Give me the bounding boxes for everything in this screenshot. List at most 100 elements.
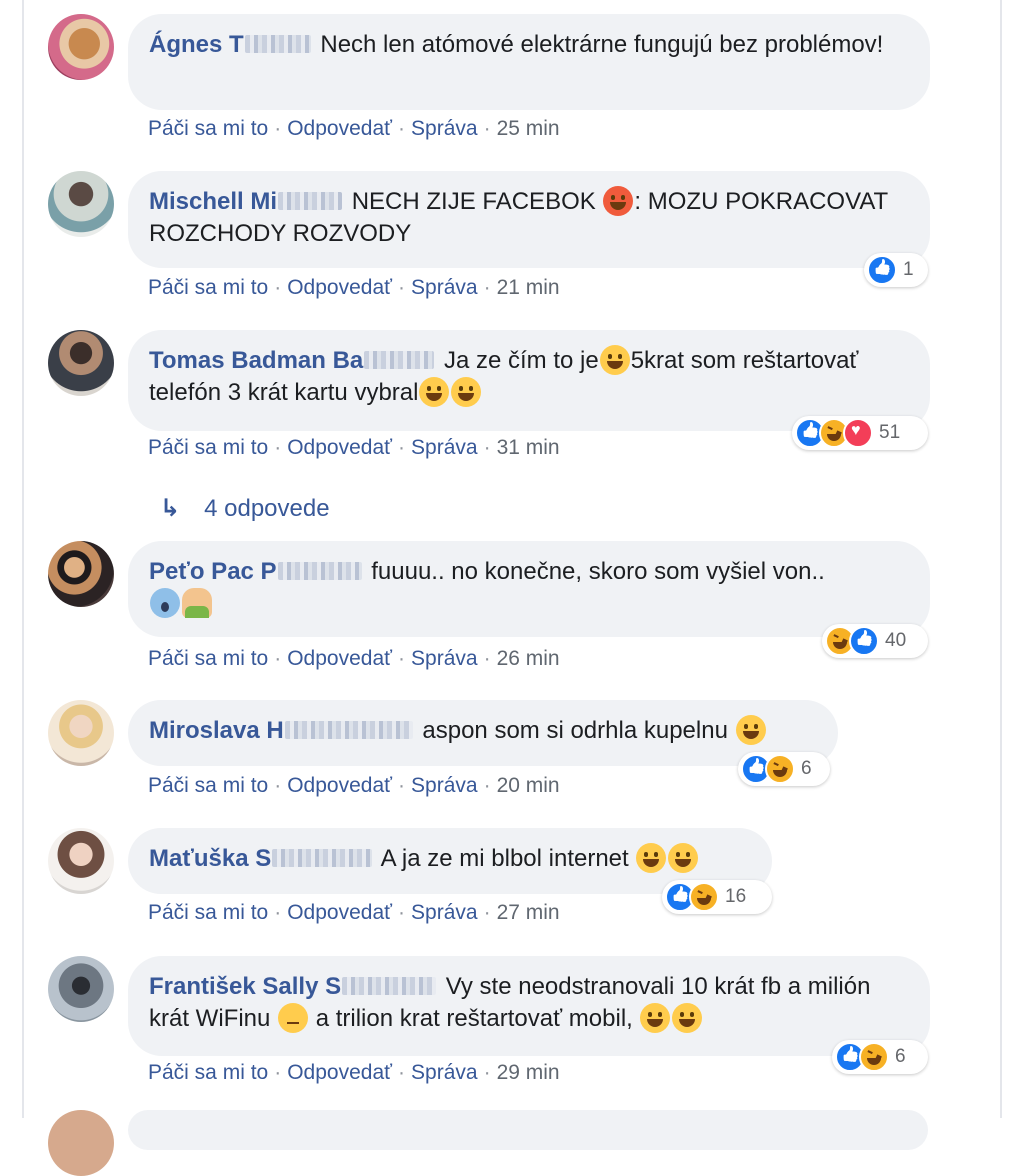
comment-actions: Páči sa mi to · Odpovedať · Správa · 25 min	[148, 117, 560, 140]
comment-actions: Páči sa mi to · Odpovedať · Správa · 29 min	[148, 1061, 560, 1084]
like-link[interactable]: Páči sa mi to	[148, 276, 268, 299]
comment-author[interactable]: Maťuška S	[149, 845, 271, 872]
comment-bubble: František Sally S Vy ste neodstranovali …	[128, 956, 930, 1056]
comment-author[interactable]: Peťo Pac P	[149, 558, 277, 585]
love-reaction-icon	[843, 418, 873, 448]
blurred-name	[272, 848, 373, 867]
comment-bubble: Ágnes T Nech len atómové elektrárne fung…	[128, 14, 930, 110]
laughing-tears-emoji-icon	[640, 1002, 671, 1033]
comment-text-continued: a trilion krat reštartovať mobil,	[315, 1005, 633, 1032]
comment-bubble: Mischell Mi NECH ZIJE FACEBOK : MOZU POK…	[128, 171, 930, 268]
reply-link[interactable]: Odpovedať	[287, 1061, 392, 1084]
reaction-count: 16	[725, 886, 747, 907]
comment-text: fuuuu.. no konečne, skoro som vyšiel von…	[371, 558, 825, 585]
comment-text: Nech len atómové elektrárne fungujú bez …	[320, 31, 884, 58]
like-link[interactable]: Páči sa mi to	[148, 117, 268, 140]
reactions-summary[interactable]: 51	[792, 416, 928, 450]
message-link[interactable]: Správa	[411, 774, 478, 797]
laughing-tears-emoji-icon	[419, 376, 450, 407]
avatar[interactable]	[48, 171, 114, 237]
avatar[interactable]	[48, 541, 114, 607]
reaction-count: 1	[903, 259, 914, 280]
message-link[interactable]: Správa	[411, 276, 478, 299]
blurred-name	[342, 976, 437, 995]
laughing-tears-emoji-icon	[636, 842, 667, 873]
comment-time[interactable]: 27 min	[497, 901, 560, 924]
blurred-name	[244, 34, 311, 53]
feed-border-right	[1000, 0, 1002, 1118]
haha-reaction-icon	[765, 754, 795, 784]
like-reaction-icon	[849, 626, 879, 656]
screaming-face-emoji-icon	[150, 587, 180, 618]
comment-author[interactable]: Mischell Mi	[149, 188, 277, 215]
like-link[interactable]: Páči sa mi to	[148, 1061, 268, 1084]
reaction-count: 6	[895, 1046, 906, 1067]
comment-time[interactable]: 25 min	[497, 117, 560, 140]
laughing-tears-emoji-icon	[451, 376, 482, 407]
comment-time[interactable]: 20 min	[497, 774, 560, 797]
avatar[interactable]	[48, 700, 114, 766]
comment-time[interactable]: 26 min	[497, 647, 560, 670]
avatar[interactable]	[48, 330, 114, 396]
replies-label[interactable]: 4 odpovede	[204, 495, 329, 522]
blurred-name	[364, 350, 435, 369]
reply-link[interactable]: Odpovedať	[287, 117, 392, 140]
comment-text: A ja ze mi blbol internet	[380, 845, 629, 872]
comment-actions: Páči sa mi to · Odpovedať · Správa · 20 min	[148, 774, 560, 797]
neutral-face-emoji-icon	[278, 1002, 309, 1033]
message-link[interactable]: Správa	[411, 1061, 478, 1084]
message-link[interactable]: Správa	[411, 901, 478, 924]
reply-link[interactable]: Odpovedať	[287, 436, 392, 459]
comment-time[interactable]: 29 min	[497, 1061, 560, 1084]
comment-actions: Páči sa mi to · Odpovedať · Správa · 21 min	[148, 276, 560, 299]
comment-text: aspon som si odrhla kupelnu	[422, 717, 728, 744]
reactions-summary[interactable]: 16	[662, 880, 772, 914]
avatar[interactable]	[48, 14, 114, 80]
avatar[interactable]	[48, 956, 114, 1022]
reactions-summary[interactable]: 6	[738, 752, 830, 786]
blurred-name	[284, 720, 413, 739]
comment-bubble: Miroslava H aspon som si odrhla kupelnu	[128, 700, 838, 766]
reactions-summary[interactable]: 40	[822, 624, 928, 658]
comment-bubble	[128, 1110, 928, 1150]
like-link[interactable]: Páči sa mi to	[148, 774, 268, 797]
message-link[interactable]: Správa	[411, 647, 478, 670]
avatar[interactable]	[48, 1110, 114, 1176]
like-link[interactable]: Páči sa mi to	[148, 436, 268, 459]
reaction-count: 51	[879, 422, 901, 443]
avatar[interactable]	[48, 828, 114, 894]
comment-time[interactable]: 21 min	[497, 276, 560, 299]
angry-face-emoji-icon	[603, 185, 634, 216]
reactions-summary[interactable]: 1	[864, 253, 928, 287]
comment-text: Ja ze čím to je	[443, 347, 599, 374]
reply-link[interactable]: Odpovedať	[287, 774, 392, 797]
view-replies-link[interactable]: ↳ 4 odpovede	[160, 494, 330, 523]
comment-actions: Páči sa mi to · Odpovedať · Správa · 27 min	[148, 901, 560, 924]
blurred-name	[277, 561, 362, 580]
comment-bubble: Peťo Pac P fuuuu.. no konečne, skoro som…	[128, 541, 930, 637]
like-reaction-icon	[867, 255, 897, 285]
reply-link[interactable]: Odpovedať	[287, 901, 392, 924]
comment-text: NECH ZIJE FACEBOK	[351, 188, 596, 215]
feed-border-left	[22, 0, 24, 1118]
comment-author[interactable]: František Sally S	[149, 973, 341, 1000]
comment-author[interactable]: Tomas Badman Ba	[149, 347, 363, 374]
reaction-count: 6	[801, 758, 812, 779]
message-link[interactable]: Správa	[411, 436, 478, 459]
reactions-summary[interactable]: 6	[832, 1040, 928, 1074]
comment-author[interactable]: Ágnes T	[149, 31, 244, 58]
haha-reaction-icon	[689, 882, 719, 912]
reply-link[interactable]: Odpovedať	[287, 276, 392, 299]
reply-link[interactable]: Odpovedať	[287, 647, 392, 670]
message-link[interactable]: Správa	[411, 117, 478, 140]
haha-reaction-icon	[859, 1042, 889, 1072]
comment-time[interactable]: 31 min	[497, 436, 560, 459]
reply-arrow-icon: ↳	[160, 495, 181, 522]
blurred-name	[278, 191, 343, 210]
facepalm-man-emoji-icon	[182, 587, 212, 618]
laughing-tears-emoji-icon	[668, 842, 699, 873]
comment-actions: Páči sa mi to · Odpovedať · Správa · 26 min	[148, 647, 560, 670]
comment-author[interactable]: Miroslava H	[149, 717, 284, 744]
like-link[interactable]: Páči sa mi to	[148, 647, 268, 670]
like-link[interactable]: Páči sa mi to	[148, 901, 268, 924]
